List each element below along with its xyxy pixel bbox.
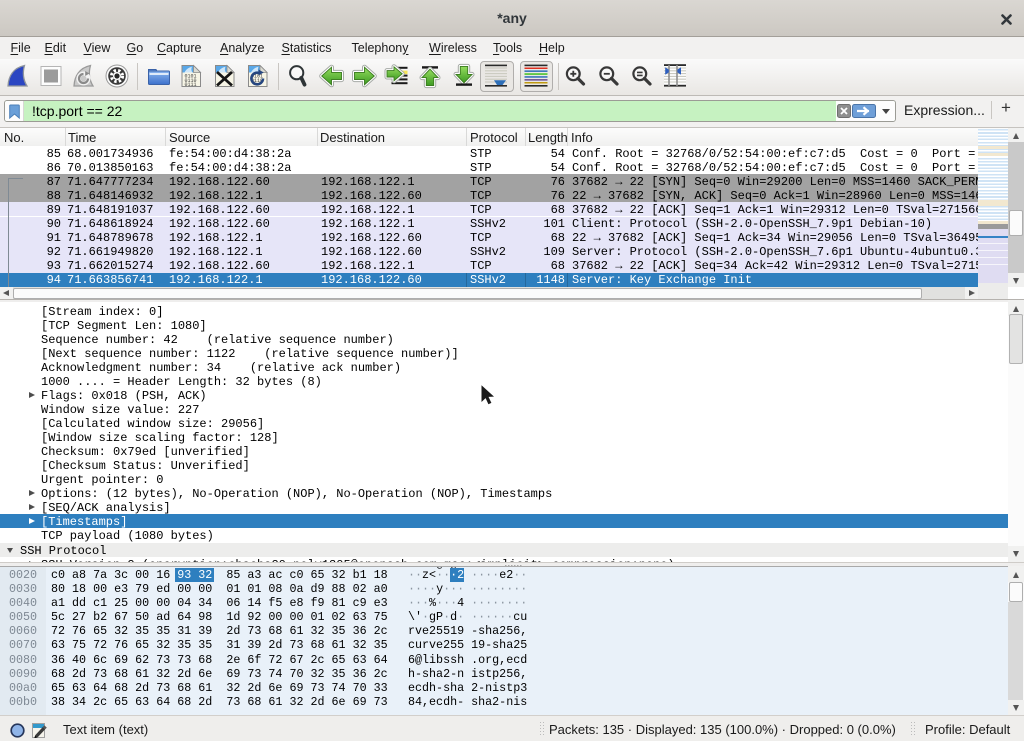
svg-text:0111: 0111 xyxy=(185,82,197,88)
